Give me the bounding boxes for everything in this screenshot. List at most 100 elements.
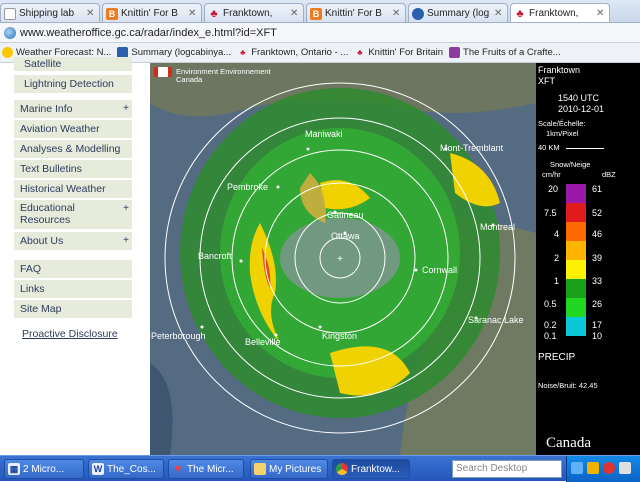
bookmark-label: Summary (logcabinya...	[131, 47, 232, 58]
snow-label: Snow/Neige	[550, 160, 591, 169]
bookmark-label: The Fruits of a Crafte...	[463, 47, 561, 58]
maple-leaf-icon: ♣	[240, 48, 246, 57]
word-icon: W	[92, 463, 104, 475]
rate-label: 1	[554, 276, 560, 286]
rate-label: 2	[554, 253, 560, 263]
flag-band-right	[168, 67, 172, 77]
city-peterborough: Peterborough	[151, 331, 206, 341]
rate-label: 7.5	[544, 208, 557, 218]
dbz-label: 26	[592, 299, 603, 309]
nav-marine-info[interactable]: Marine Info +	[14, 100, 132, 119]
tab-shipping[interactable]: Shipping lab ✕	[0, 3, 100, 22]
dbz-label: 52	[592, 208, 603, 218]
nav-educational-resources[interactable]: Educational Resources +	[14, 200, 132, 230]
bookmark-label: Knittin' For Britain	[368, 47, 444, 58]
tab-franktown-1[interactable]: ♣ Franktown, ✕	[204, 3, 304, 22]
chrome-icon	[336, 463, 348, 475]
city-pembroke: Pembroke	[227, 182, 268, 192]
taskbar-button-franktown[interactable]: Franktow...	[332, 459, 410, 479]
nav-site-map[interactable]: Site Map	[14, 300, 132, 319]
tab-label: Shipping lab	[19, 8, 75, 19]
tab-summary[interactable]: Summary (log ✕	[408, 3, 508, 22]
rate-label: 20	[548, 184, 559, 194]
rate-label: 0.5	[544, 299, 557, 309]
close-tab-icon[interactable]: ✕	[188, 8, 198, 19]
tab-franktown-active[interactable]: ♣ Franktown, ✕	[510, 3, 610, 22]
taskbar-label: My Pictures	[269, 463, 322, 475]
taskbar-button-microsoft[interactable]: ▦ 2 Micro...	[4, 459, 84, 479]
dbz-label: 46	[592, 229, 603, 239]
nav-historical-weather[interactable]: Historical Weather	[14, 180, 132, 199]
windows-icon: ▦	[8, 463, 20, 475]
city-gatineau: Gatineau	[327, 210, 364, 220]
color-swatch	[566, 317, 586, 336]
nav-faq[interactable]: FAQ	[14, 260, 132, 279]
city-marker	[414, 268, 418, 272]
city-cornwall: Cornwall	[422, 265, 457, 275]
taskbar-button-my-pictures[interactable]: My Pictures	[250, 459, 328, 479]
close-tab-icon[interactable]: ✕	[86, 8, 96, 19]
rate-label: 4	[554, 229, 560, 239]
maple-leaf-icon: ♣	[516, 7, 524, 20]
globe-icon	[4, 26, 16, 39]
heart-icon: ♥	[174, 463, 182, 475]
city-mont-tremblant: Mont-Tremblant	[440, 143, 504, 153]
agency-country: Canada	[176, 75, 203, 84]
unit-cm-hr: cm/hr	[542, 170, 561, 179]
city-marker	[276, 185, 280, 189]
taskbar-button-micr[interactable]: ♥ The Micr...	[168, 459, 244, 479]
color-swatch	[566, 260, 586, 279]
noise-value: Noise/Bruit: 42.45	[538, 381, 598, 390]
close-tab-icon[interactable]: ✕	[392, 8, 402, 19]
nav-label: Aviation Weather	[20, 123, 100, 135]
nav-label: About Us	[20, 235, 64, 247]
nav-aviation-weather[interactable]: Aviation Weather	[14, 120, 132, 139]
bookmark-summary[interactable]: Summary (logcabinya...	[117, 47, 231, 58]
taskbar-button-cos[interactable]: W The_Cos...	[88, 459, 164, 479]
nav-analyses-modelling[interactable]: Analyses & Modelling	[14, 140, 132, 159]
page-icon	[4, 7, 16, 20]
close-tab-icon[interactable]: ✕	[290, 8, 300, 19]
unit-dbz: dBZ	[602, 170, 616, 179]
dbz-label: 33	[592, 276, 603, 286]
bookmark-knittin[interactable]: ♣ Knittin' For Britain	[354, 47, 443, 58]
expand-icon[interactable]: +	[123, 203, 129, 215]
close-tab-icon[interactable]: ✕	[596, 8, 606, 19]
nav-about-us[interactable]: About Us +	[14, 232, 132, 251]
city-saranac-lake: Saranac Lake	[468, 315, 524, 325]
nav-links[interactable]: Links	[14, 280, 132, 299]
url-text[interactable]: www.weatheroffice.gc.ca/radar/index_e.ht…	[20, 27, 277, 39]
nav-label: Educational Resources	[20, 202, 75, 226]
tab-label: Summary (log	[427, 8, 490, 19]
nav-satellite[interactable]: Satellite	[14, 57, 132, 72]
volume-icon[interactable]	[619, 462, 631, 474]
distance-scale-bar	[566, 148, 604, 149]
expand-icon[interactable]: +	[123, 103, 129, 114]
radar-map: + Environment Environnement Canada Maniw…	[150, 63, 536, 455]
station-id: XFT	[538, 76, 555, 86]
expand-icon[interactable]: +	[123, 235, 129, 246]
folder-icon	[254, 463, 266, 475]
search-desktop-input[interactable]: Search Desktop	[452, 460, 562, 478]
station-name: Franktown	[538, 65, 581, 75]
nav-text-bulletins[interactable]: Text Bulletins	[14, 160, 132, 179]
blogger-icon: B	[106, 7, 118, 20]
network-icon[interactable]	[571, 462, 583, 474]
rate-label: 0.2	[544, 320, 557, 330]
nav-label: Site Map	[20, 303, 62, 315]
bookmark-franktown[interactable]: ♣ Franktown, Ontario - ...	[237, 47, 348, 58]
system-tray	[566, 456, 640, 482]
radar-site-icon: +	[337, 254, 343, 265]
scale-value: 1km/Pixel	[546, 129, 579, 138]
address-bar[interactable]: www.weatheroffice.gc.ca/radar/index_e.ht…	[0, 23, 640, 43]
security-icon[interactable]	[603, 462, 615, 474]
tab-knittin-1[interactable]: B Knittin' For B ✕	[102, 3, 202, 22]
bookmark-fruits[interactable]: The Fruits of a Crafte...	[449, 47, 561, 58]
canada-wordmark: Canada	[546, 435, 591, 451]
notification-icon[interactable]	[587, 462, 599, 474]
close-tab-icon[interactable]: ✕	[494, 8, 504, 19]
taskbar-label: Franktow...	[351, 463, 400, 475]
tab-knittin-2[interactable]: B Knittin' For B ✕	[306, 3, 406, 22]
proactive-disclosure-link[interactable]: Proactive Disclosure	[22, 328, 118, 340]
nav-lightning-detection[interactable]: Lightning Detection	[14, 75, 132, 94]
